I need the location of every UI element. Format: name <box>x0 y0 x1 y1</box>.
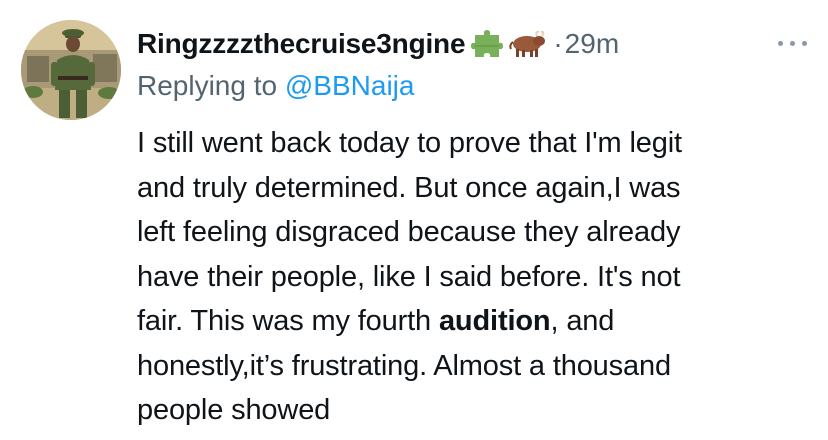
replying-prefix: Replying to <box>137 70 278 101</box>
tweet[interactable]: Ringzzzzthecruise3ngine · 29m Replying t… <box>0 0 828 440</box>
tweet-text-segment: , and <box>550 305 615 337</box>
tweet-text-segment: fair. This was my fourth <box>137 305 439 337</box>
tweet-text-line: people showed <box>137 394 331 426</box>
tweet-text-line: and truly determined. But once again,I w… <box>137 171 681 204</box>
tweet-text-line: left feeling disgraced because they alre… <box>137 216 681 248</box>
tweet-header: Ringzzzzthecruise3ngine · 29m <box>137 24 619 64</box>
timestamp[interactable]: 29m <box>565 28 619 60</box>
more-horizontal-icon[interactable] <box>774 38 814 50</box>
tweet-text-line: honestly,it’s frustrating. Almost a thou… <box>137 349 671 382</box>
tweet-text-line: I still went back today to prove that I'… <box>137 127 682 159</box>
tweet-text-bold: audition <box>438 305 551 337</box>
separator-dot: · <box>553 28 563 59</box>
ox-emoji-icon <box>507 29 547 59</box>
avatar[interactable] <box>21 20 121 120</box>
display-name[interactable]: Ringzzzzthecruise3ngine <box>137 28 466 60</box>
tweet-text-line: have their people, like I said before. I… <box>137 260 681 293</box>
tweet-text-line: fair. This was my fourth audition, and <box>137 299 817 344</box>
tweet-text: I still went back today to prove that I'… <box>137 121 817 433</box>
replying-handle-link[interactable]: @BBNaija <box>285 70 415 101</box>
replying-to: Replying to @BBNaija <box>137 70 414 102</box>
avatar-image <box>21 20 121 120</box>
puzzle-piece-emoji-icon <box>469 29 504 59</box>
